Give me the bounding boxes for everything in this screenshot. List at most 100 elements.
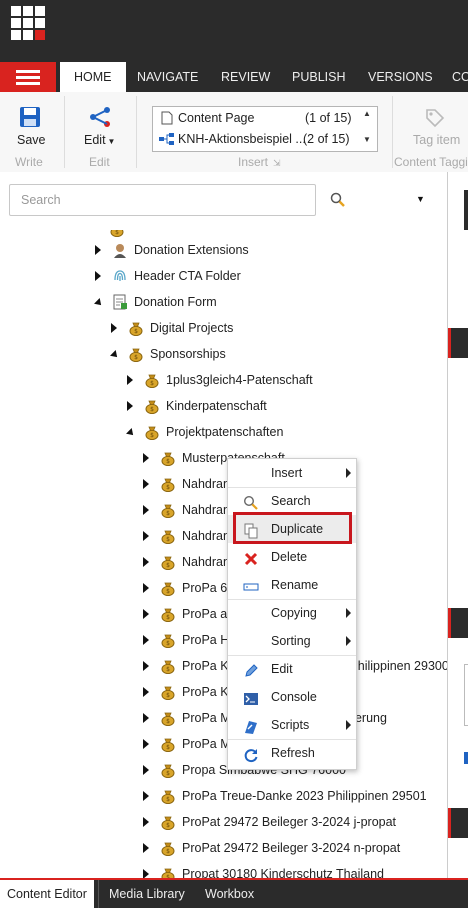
- expand-arrow-icon[interactable]: [143, 843, 149, 853]
- expand-arrow-icon[interactable]: [143, 531, 149, 541]
- editor-section-header[interactable]: [448, 328, 468, 358]
- context-menu-item-console[interactable]: Console: [228, 683, 356, 711]
- insert-gallery[interactable]: Content Page (1 of 15) KNH-Aktionsbeispi…: [152, 106, 378, 152]
- gallery-item-label[interactable]: Content Page: [178, 111, 254, 125]
- expand-arrow-icon[interactable]: [143, 609, 149, 619]
- tree-item[interactable]: $ ProPa My: [0, 733, 447, 755]
- tree-item-label: Kinderpatenschaft: [166, 399, 267, 413]
- tree-item[interactable]: $ ProPa all: [0, 603, 447, 625]
- tree-item[interactable]: $1plus3gleich4-Patenschaft: [0, 369, 447, 391]
- expand-arrow-icon[interactable]: [143, 869, 149, 878]
- expand-arrow-icon[interactable]: [143, 817, 149, 827]
- search-options-chevron-icon[interactable]: ▼: [416, 194, 425, 204]
- expand-arrow-icon[interactable]: [143, 765, 149, 775]
- expand-arrow-icon[interactable]: [127, 375, 133, 385]
- tree-item[interactable]: $ ProPat 29472 Beileger 3-2024 j-propat: [0, 811, 447, 833]
- app-grid-icon[interactable]: [11, 6, 45, 40]
- expand-arrow-icon[interactable]: [143, 479, 149, 489]
- expand-arrow-icon[interactable]: [143, 791, 149, 801]
- edit-dropdown-button[interactable]: Edit ▼: [84, 133, 115, 147]
- expand-arrow-icon[interactable]: [143, 713, 149, 723]
- tree-item[interactable]: $ProPa Kin Philippinen 29300: [0, 655, 447, 677]
- tree-item[interactable]: $Musterpatenschaft: [0, 447, 447, 469]
- edit-branch-icon[interactable]: [89, 106, 111, 128]
- tab-review[interactable]: REVIEW: [221, 62, 270, 92]
- collapse-arrow-icon[interactable]: [126, 428, 136, 438]
- tab-navigate[interactable]: NAVIGATE: [137, 62, 198, 92]
- context-menu-item-copying[interactable]: Copying: [228, 599, 356, 627]
- tree-item[interactable]: $ Propa Simbabwe SHG 76000: [0, 759, 447, 781]
- context-menu-item-scripts[interactable]: Scripts: [228, 711, 356, 739]
- bottom-tab-divider: [98, 880, 99, 908]
- expand-arrow-icon[interactable]: [143, 557, 149, 567]
- tab-home[interactable]: HOME: [60, 62, 126, 92]
- expand-arrow-icon[interactable]: [143, 505, 149, 515]
- expand-arrow-icon[interactable]: [143, 687, 149, 697]
- context-menu-item-sorting[interactable]: Sorting: [228, 627, 356, 655]
- expand-arrow-icon[interactable]: [143, 635, 149, 645]
- tree-item[interactable]: $ ProPa 60: [0, 577, 447, 599]
- tree-item[interactable]: Header CTA Folder: [0, 265, 447, 287]
- tab-more[interactable]: CO: [452, 62, 468, 92]
- tree-item[interactable]: $ProPa Ma lerung: [0, 707, 447, 729]
- expand-arrow-icon[interactable]: [95, 245, 101, 255]
- context-menu-item-delete[interactable]: Delete: [228, 543, 356, 571]
- context-menu-item-refresh[interactable]: Refresh: [228, 739, 356, 767]
- bottom-tab-media-library[interactable]: Media Library: [109, 878, 185, 908]
- hamburger-menu-icon[interactable]: [0, 62, 56, 92]
- tree-item[interactable]: $ ProPa Kli: [0, 681, 447, 703]
- editor-field-box[interactable]: [464, 664, 468, 726]
- moneybag-icon: $: [128, 346, 144, 363]
- context-menu-item-edit[interactable]: Edit: [228, 655, 356, 683]
- editor-section-header[interactable]: [448, 808, 468, 838]
- bottom-tab-content-editor[interactable]: Content Editor: [0, 878, 94, 908]
- context-menu-item-rename[interactable]: Rename: [228, 571, 356, 599]
- tree-item[interactable]: Donation Form: [0, 291, 447, 313]
- editor-section-header[interactable]: [448, 608, 468, 638]
- save-button[interactable]: Save: [17, 133, 46, 147]
- gallery-scroll-up-icon[interactable]: ▲: [363, 109, 371, 118]
- search-icon[interactable]: [330, 192, 346, 208]
- expand-arrow-icon[interactable]: [95, 271, 101, 281]
- expand-arrow-icon[interactable]: [111, 323, 117, 333]
- save-icon[interactable]: [19, 106, 41, 128]
- tab-versions[interactable]: VERSIONS: [368, 62, 433, 92]
- expand-arrow-icon[interactable]: [127, 401, 133, 411]
- tree-item[interactable]: $ Nahdrang: [0, 473, 447, 495]
- gallery-scroll-down-icon[interactable]: ▼: [363, 135, 371, 144]
- tree-item[interactable]: $ Nahdrang: [0, 525, 447, 547]
- tree-item[interactable]: $ ProPa Ho: [0, 629, 447, 651]
- bottom-tab-workbox[interactable]: Workbox: [205, 878, 254, 908]
- dialog-launcher-icon[interactable]: ⇲: [273, 158, 281, 168]
- tree-item[interactable]: $ Nahdrang: [0, 499, 447, 521]
- tree-item[interactable]: $ Sponsorships: [0, 343, 447, 365]
- context-menu-item-duplicate[interactable]: Duplicate: [228, 512, 356, 544]
- expand-arrow-icon[interactable]: [143, 453, 149, 463]
- expand-arrow-icon[interactable]: [143, 583, 149, 593]
- tree-item[interactable]: $ ProPa Treue-Danke 2023 Philippinen 2950…: [0, 785, 447, 807]
- tree-item[interactable]: $ Kinderpatenschaft: [0, 395, 447, 417]
- gallery-item-count: (1 of 15): [305, 111, 352, 125]
- tab-publish[interactable]: PUBLISH: [292, 62, 346, 92]
- collapse-arrow-icon[interactable]: [94, 298, 104, 308]
- collapse-arrow-icon[interactable]: [110, 350, 120, 360]
- expand-arrow-icon[interactable]: [143, 739, 149, 749]
- svg-text:$: $: [115, 230, 119, 236]
- tree-search-input[interactable]: [10, 185, 322, 215]
- tree-item[interactable]: $ Propat 30180 Kinderschutz Thailand: [0, 863, 447, 878]
- tree-item[interactable]: $ Digital Projects: [0, 317, 447, 339]
- editor-checkbox[interactable]: [464, 752, 468, 764]
- tree-item[interactable]: Donation Extensions: [0, 239, 447, 261]
- svg-text:$: $: [166, 848, 170, 855]
- expand-arrow-icon[interactable]: [143, 661, 149, 671]
- tree-item[interactable]: $ Projektpatenschaften: [0, 421, 447, 443]
- moneybag-icon: $: [160, 632, 176, 649]
- svg-text:$: $: [166, 822, 170, 829]
- gallery-item-label[interactable]: KNH-Aktionsbeispiel ...: [178, 132, 306, 146]
- tree-item[interactable]: $ ProPat 29472 Beileger 3-2024 n-propat: [0, 837, 447, 859]
- context-menu-item-search[interactable]: Search: [228, 487, 356, 515]
- context-menu-item-insert[interactable]: Insert: [228, 459, 356, 487]
- tree-item[interactable]: $ Nahdrang: [0, 551, 447, 573]
- svg-text:$: $: [166, 666, 170, 673]
- tree-item-label: ProPat 29472 Beileger 3-2024 n-propat: [182, 841, 401, 855]
